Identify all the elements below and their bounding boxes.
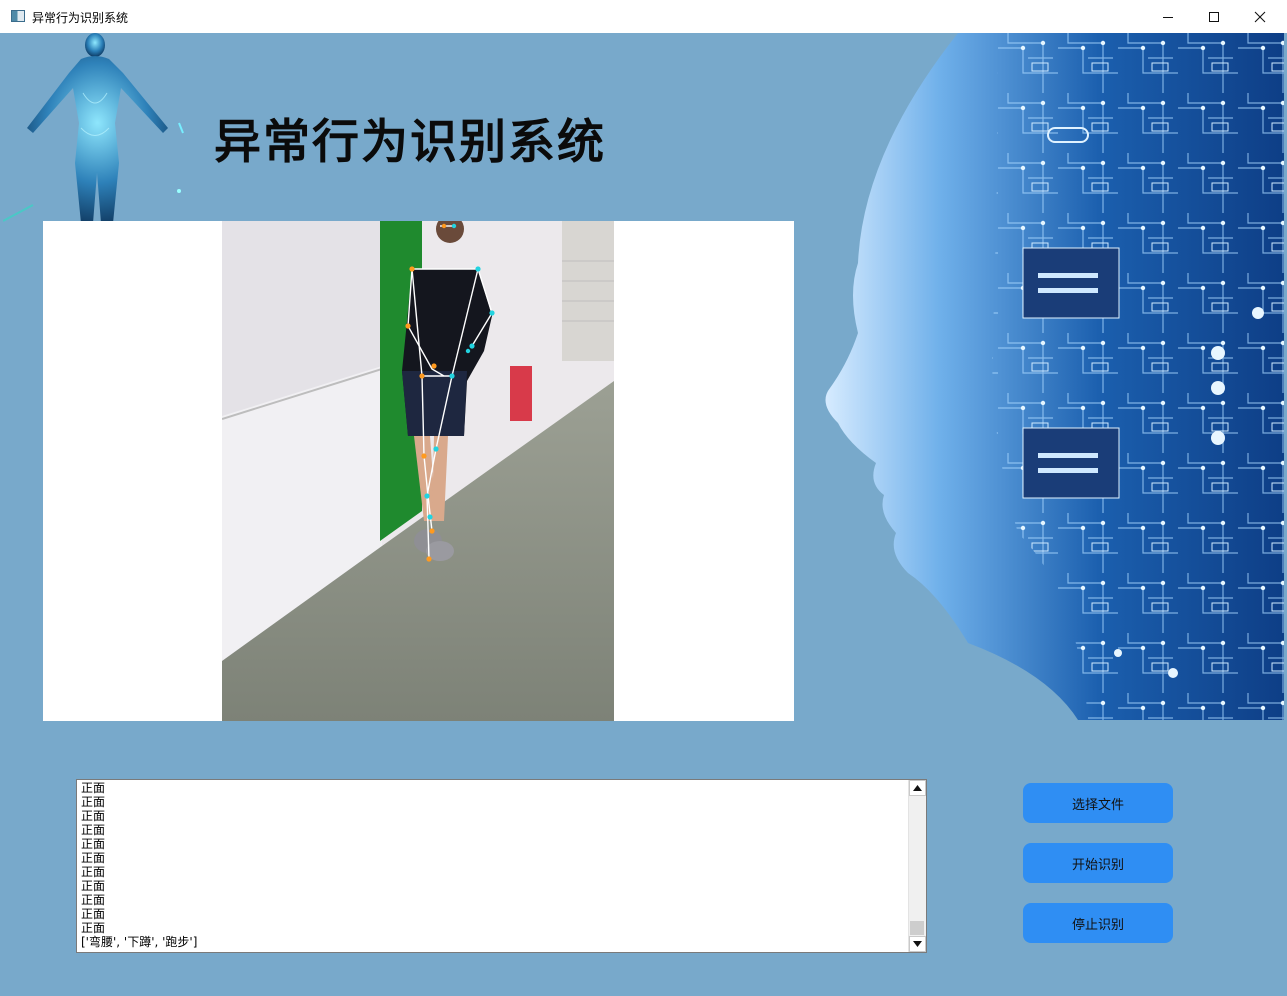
log-line: ['弯腰', '下蹲', '跑步'] <box>81 935 198 949</box>
main-window: 异常行为识别系统 正面 正面 正面 正面 正面 正面 正面 正面 正面 正面 正… <box>3 33 1284 993</box>
video-display <box>43 221 794 721</box>
log-scrollbar[interactable] <box>908 780 926 952</box>
log-line: 正面 <box>81 907 106 921</box>
window-titlebar[interactable]: 异常行为识别系统 <box>0 0 1287 34</box>
maximize-button[interactable] <box>1191 0 1237 33</box>
scroll-thumb[interactable] <box>910 921 924 935</box>
log-lines: 正面 正面 正面 正面 正面 正面 正面 正面 正面 正面 正面 ['弯腰', … <box>81 781 901 951</box>
log-line: 正面 <box>81 865 106 879</box>
scroll-up-button[interactable] <box>909 780 926 796</box>
window-title: 异常行为识别系统 <box>32 11 129 25</box>
ai-head-illustration <box>825 33 1284 720</box>
log-line: 正面 <box>81 795 106 809</box>
human-figure-illustration <box>3 33 184 223</box>
log-line: 正面 <box>81 851 106 865</box>
minimize-button[interactable] <box>1145 0 1191 33</box>
pose-video-frame <box>222 221 614 721</box>
close-button[interactable] <box>1237 0 1283 33</box>
log-line: 正面 <box>81 879 106 893</box>
maximize-icon <box>1209 11 1219 22</box>
video-frame <box>222 221 614 721</box>
result-log[interactable]: 正面 正面 正面 正面 正面 正面 正面 正面 正面 正面 正面 ['弯腰', … <box>76 779 927 953</box>
log-line: 正面 <box>81 781 106 795</box>
arrow-down-icon <box>913 941 922 947</box>
log-line: 正面 <box>81 809 106 823</box>
scroll-down-button[interactable] <box>909 936 926 952</box>
log-line: 正面 <box>81 921 106 935</box>
minimize-icon <box>1163 16 1173 18</box>
start-recognition-button[interactable]: 开始识别 <box>1023 843 1173 883</box>
select-file-button[interactable]: 选择文件 <box>1023 783 1173 823</box>
arrow-up-icon <box>913 785 922 791</box>
close-icon <box>1254 11 1266 22</box>
app-title: 异常行为识别系统 <box>214 115 606 170</box>
log-line: 正面 <box>81 837 106 851</box>
log-line: 正面 <box>81 893 106 907</box>
log-line: 正面 <box>81 823 106 837</box>
app-icon <box>11 10 25 22</box>
stop-recognition-button[interactable]: 停止识别 <box>1023 903 1173 943</box>
